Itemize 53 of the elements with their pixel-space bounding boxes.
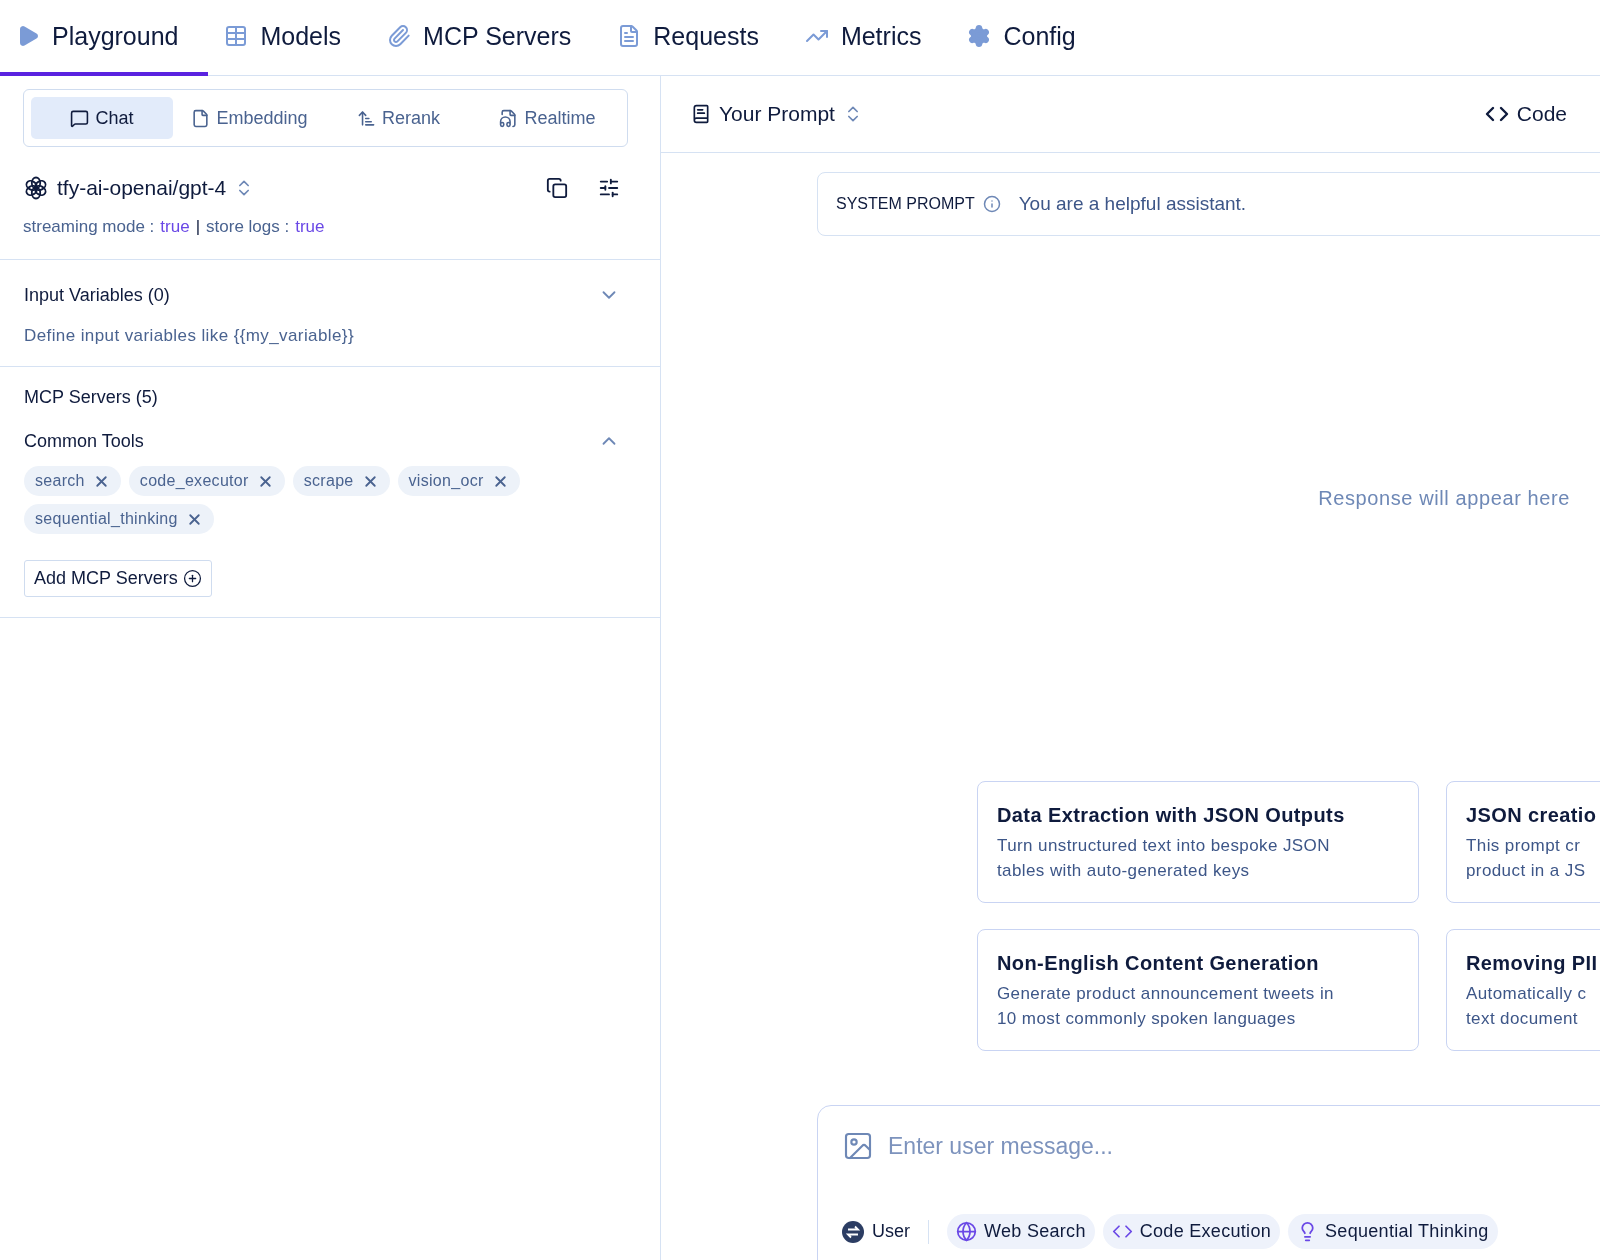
nav-tab[interactable]: MCP Servers — [371, 0, 602, 76]
chat-icon — [70, 108, 90, 128]
mode-tab[interactable]: Realtime — [475, 97, 620, 139]
setting-value: true — [295, 217, 325, 237]
knot-logo-icon — [23, 175, 49, 201]
tool-toggle[interactable]: Sequential Thinking — [1288, 1214, 1498, 1249]
table-icon — [224, 24, 249, 48]
audio-file-icon — [499, 108, 519, 128]
system-prompt-text[interactable]: You are a helpful assistant. — [1018, 193, 1247, 215]
settings-icon — [967, 24, 992, 48]
separator-text: | — [195, 217, 201, 237]
model-name[interactable]: tfy-ai-openai/gpt-4 — [57, 176, 227, 200]
nav-tab[interactable]: Playground — [0, 0, 209, 76]
nav-tab[interactable]: Requests — [601, 0, 789, 76]
section-title: MCP Servers (5) — [24, 387, 158, 407]
role-button[interactable]: User — [842, 1216, 910, 1247]
system-prompt-label: SYSTEM PROMPT — [836, 195, 975, 213]
tool-chip: search — [24, 466, 121, 496]
nav-tab[interactable]: Models — [208, 0, 372, 76]
file-icon — [191, 108, 211, 128]
code-button[interactable]: Code — [1484, 102, 1567, 126]
tool-toggle[interactable]: Web Search — [947, 1214, 1095, 1249]
plus-icon — [182, 569, 202, 588]
mode-tab[interactable]: Embedding — [177, 97, 322, 139]
hint-text: Define input variables like {{my_variable}} — [24, 326, 355, 346]
section-title: Input Variables (0) — [24, 284, 170, 306]
globe-icon — [956, 1221, 977, 1242]
tool-chip: vision_ocr — [397, 466, 520, 496]
setting-label: store logs : — [206, 217, 290, 237]
group-title: Common Tools — [24, 430, 144, 452]
setting-label: streaming mode : — [23, 217, 155, 237]
tool-toggle[interactable]: Code Execution — [1102, 1214, 1280, 1249]
suggestion-card[interactable]: Non-English Content Generation Generate product announcement tweets in 10 most commonly spoken languages — [977, 929, 1419, 1051]
image-icon[interactable] — [842, 1130, 874, 1162]
tool-chip: code_executor — [128, 466, 285, 496]
suggestion-card[interactable]: Data Extraction with JSON Outputs Turn unstructured text into bespoke JSON tables with auto-generated keys — [977, 781, 1419, 903]
suggestion-card[interactable]: JSON creatio This prompt cr product in a JS — [1446, 781, 1600, 903]
nav-tab[interactable]: Config — [951, 0, 1106, 76]
tool-chip: scrape — [292, 466, 390, 496]
add-servers-button[interactable]: Add MCP Servers — [24, 560, 212, 597]
nav-tab[interactable]: Metrics — [788, 0, 952, 76]
swap-icon — [842, 1220, 864, 1243]
mode-tab[interactable]: Chat — [31, 97, 173, 139]
paperclip-icon — [387, 24, 412, 48]
prompt-selector[interactable]: Your Prompt — [719, 102, 835, 126]
book-icon — [691, 104, 711, 124]
setting-value: true — [160, 217, 190, 237]
info-icon[interactable] — [982, 195, 1001, 213]
tool-chip: sequential_thinking — [24, 504, 214, 534]
sort-icon — [357, 108, 376, 128]
mode-tab[interactable]: Rerank — [326, 97, 471, 139]
empty-response-text: Response will appear here — [1318, 487, 1570, 510]
suggestion-card[interactable]: Removing PII Automatically c text document — [1446, 929, 1600, 1051]
